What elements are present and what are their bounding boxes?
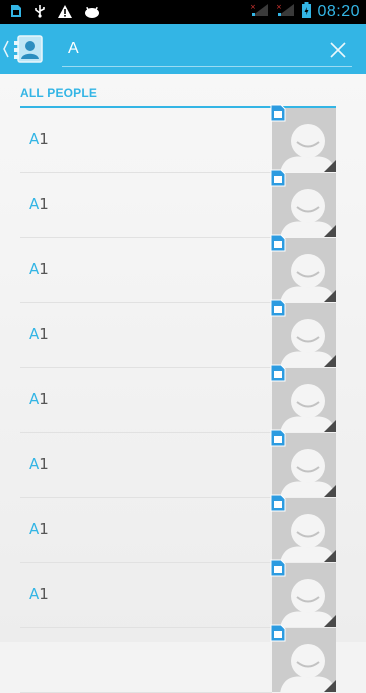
- contact-name-rest: 1: [39, 325, 49, 343]
- contact-row[interactable]: [0, 624, 366, 693]
- contact-name: A1: [29, 195, 49, 213]
- contact-name-rest: 1: [39, 260, 49, 278]
- status-bar: × × 08:20: [0, 0, 366, 24]
- sim-card-icon: [270, 429, 286, 447]
- action-bar: [0, 24, 366, 74]
- contact-name-rest: 1: [39, 195, 49, 213]
- signal-2-icon: ×: [276, 2, 296, 22]
- search-input[interactable]: [62, 34, 306, 64]
- sim-card-icon: [270, 624, 286, 642]
- sim-card-icon: [270, 169, 286, 187]
- contact-name-rest: 1: [39, 455, 49, 473]
- android-debug-icon: [84, 3, 100, 22]
- section-header: ALL PEOPLE: [20, 86, 98, 100]
- contact-name-rest: 1: [39, 390, 49, 408]
- warning-icon: [58, 3, 72, 22]
- contact-name-match: A: [29, 455, 40, 473]
- sim-card-icon: [10, 3, 22, 22]
- svg-text:×: ×: [250, 3, 256, 11]
- sim-card-icon: [270, 299, 286, 317]
- sim-card-icon: [270, 364, 286, 382]
- contacts-app-icon[interactable]: [12, 32, 46, 66]
- contact-name-match: A: [29, 520, 40, 538]
- contact-name-rest: 1: [39, 130, 49, 148]
- system-icons: × × 08:20: [250, 0, 360, 24]
- sim-card-icon: [270, 559, 286, 577]
- contact-name: A1: [29, 585, 49, 603]
- contact-row[interactable]: A1: [0, 169, 366, 238]
- search-underline: [62, 66, 352, 67]
- contact-name: A1: [29, 325, 49, 343]
- contact-row[interactable]: A1: [0, 299, 366, 368]
- close-icon: [330, 42, 346, 58]
- contact-row[interactable]: A1: [0, 364, 366, 433]
- status-time: 08:20: [317, 3, 360, 20]
- contact-name-match: A: [29, 130, 40, 148]
- contact-name: A1: [29, 260, 49, 278]
- battery-icon: [302, 2, 312, 22]
- contact-name: A1: [29, 520, 49, 538]
- svg-text:×: ×: [276, 3, 282, 11]
- contact-name-match: A: [29, 260, 40, 278]
- contacts-list-area[interactable]: ALL PEOPLE A1 A1 A1 A1 A1 A1 A1 A1: [0, 74, 366, 693]
- contact-name-match: A: [29, 585, 40, 603]
- contact-name-match: A: [29, 390, 40, 408]
- up-caret-icon[interactable]: [2, 39, 10, 59]
- contact-row[interactable]: A1: [0, 234, 366, 303]
- contact-name: A1: [29, 130, 49, 148]
- contact-row[interactable]: A1: [0, 559, 366, 628]
- signal-1-icon: ×: [250, 2, 270, 22]
- contact-row[interactable]: A1: [0, 104, 366, 173]
- contact-name-rest: 1: [39, 520, 49, 538]
- search-field[interactable]: [62, 34, 352, 67]
- contact-name: A1: [29, 390, 49, 408]
- contact-name: A1: [29, 455, 49, 473]
- notification-icons: [10, 0, 100, 24]
- usb-icon: [34, 3, 46, 22]
- contact-row[interactable]: A1: [0, 429, 366, 498]
- contact-name-match: A: [29, 195, 40, 213]
- contact-name-rest: 1: [39, 585, 49, 603]
- contact-row[interactable]: A1: [0, 494, 366, 563]
- sim-card-icon: [270, 234, 286, 252]
- contact-list[interactable]: A1 A1 A1 A1 A1 A1 A1 A1: [0, 104, 366, 693]
- contact-name-match: A: [29, 325, 40, 343]
- clear-search-button[interactable]: [324, 36, 352, 64]
- sim-card-icon: [270, 494, 286, 512]
- sim-card-icon: [270, 104, 286, 122]
